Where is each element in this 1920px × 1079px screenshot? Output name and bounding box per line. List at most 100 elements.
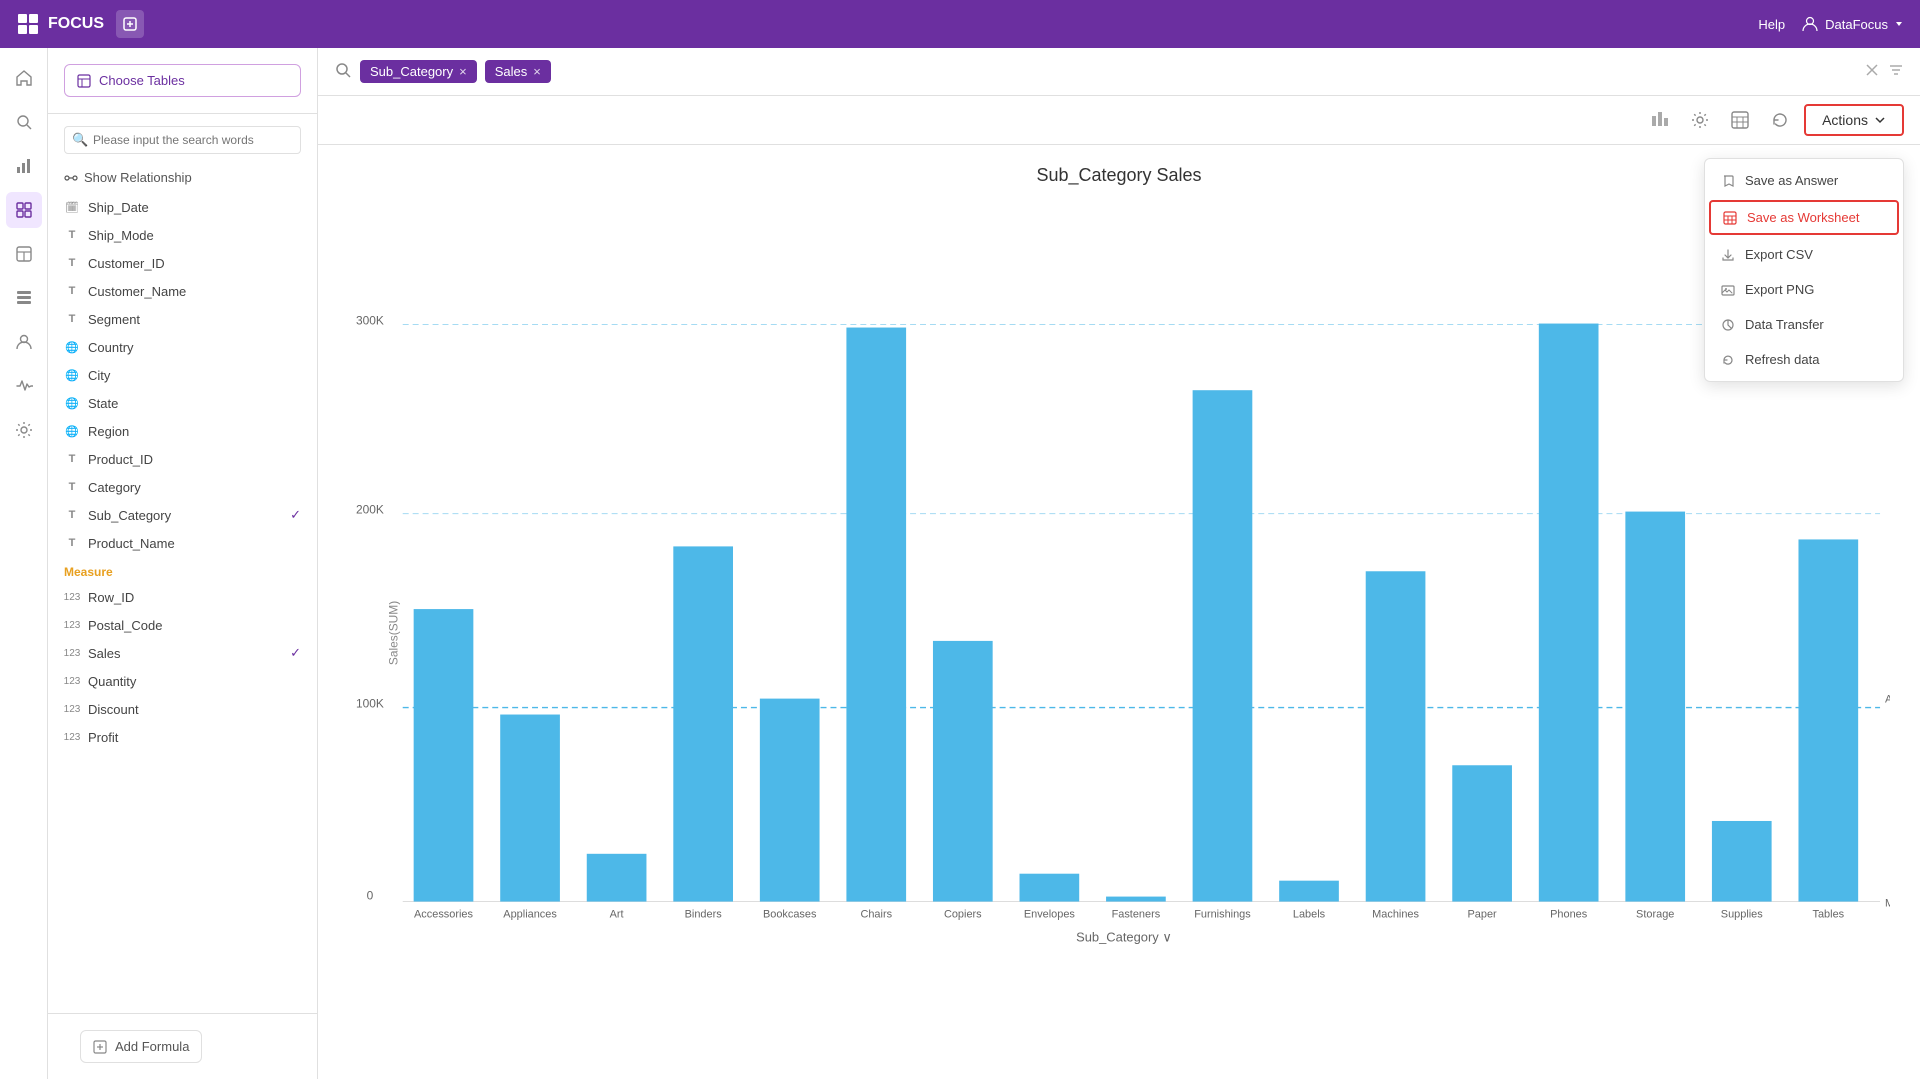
bar-machines[interactable]	[1366, 571, 1426, 901]
tag-sub-category[interactable]: Sub_Category ×	[360, 60, 477, 83]
sidebar-search-container: 🔍	[64, 126, 301, 154]
bar-bookcases[interactable]	[760, 699, 820, 902]
settings-icon[interactable]	[1684, 104, 1716, 136]
label-copiers: Copiers	[944, 908, 982, 920]
sidebar-item-customer-id[interactable]: T Customer_ID	[48, 249, 317, 277]
label-chairs: Chairs	[860, 908, 892, 920]
nav-home[interactable]	[6, 60, 42, 96]
tag-close-icon[interactable]: ×	[459, 64, 467, 79]
bar-art[interactable]	[587, 854, 647, 902]
sidebar-header: Choose Tables	[48, 48, 317, 114]
main-content: Sub_Category × Sales ×	[318, 48, 1920, 1079]
nav-search[interactable]	[6, 104, 42, 140]
sidebar-item-category[interactable]: T Category	[48, 473, 317, 501]
sidebar-item-region[interactable]: 🌐 Region	[48, 417, 317, 445]
show-relationship[interactable]: Show Relationship	[48, 162, 317, 193]
search-options-icon[interactable]	[1888, 62, 1904, 81]
nav-user[interactable]	[6, 324, 42, 360]
number-icon: 123	[64, 645, 80, 661]
topbar: FOCUS Help DataFocus	[0, 0, 1920, 48]
x-axis-label: Sub_Category ∨	[1076, 929, 1172, 944]
label-fasteners: Fasteners	[1112, 908, 1161, 920]
sidebar-item-discount[interactable]: 123 Discount	[48, 695, 317, 723]
nav-chart[interactable]	[6, 192, 42, 228]
bar-storage[interactable]	[1625, 512, 1685, 902]
sidebar-item-city[interactable]: 🌐 City	[48, 361, 317, 389]
label-machines: Machines	[1372, 908, 1419, 920]
add-formula-container: Add Formula	[48, 1013, 317, 1079]
sidebar-item-quantity[interactable]: 123 Quantity	[48, 667, 317, 695]
bar-chairs[interactable]	[846, 328, 906, 902]
chart-type-icon[interactable]	[1644, 104, 1676, 136]
data-transfer-item[interactable]: Data Transfer	[1705, 307, 1903, 342]
bar-accessories[interactable]	[414, 609, 474, 901]
tag-close-icon[interactable]: ×	[533, 64, 541, 79]
sidebar: Choose Tables 🔍 Show Relationship 🗓 Ship…	[48, 48, 318, 1079]
label-phones: Phones	[1550, 908, 1588, 920]
sidebar-item-profit[interactable]: 123 Profit	[48, 723, 317, 751]
choose-tables-button[interactable]: Choose Tables	[64, 64, 301, 97]
bar-paper[interactable]	[1452, 765, 1512, 901]
y-tick-100k: 100K	[356, 697, 384, 711]
number-icon: 123	[64, 589, 80, 605]
check-icon: ✓	[290, 507, 301, 523]
nav-list[interactable]	[6, 280, 42, 316]
bar-tables[interactable]	[1798, 539, 1858, 901]
number-icon: 123	[64, 729, 80, 745]
save-as-answer-item[interactable]: Save as Answer	[1705, 163, 1903, 198]
new-tab-button[interactable]	[116, 10, 144, 38]
sidebar-item-product-id[interactable]: T Product_ID	[48, 445, 317, 473]
sidebar-item-state[interactable]: 🌐 State	[48, 389, 317, 417]
export-png-item[interactable]: Export PNG	[1705, 272, 1903, 307]
bar-binders[interactable]	[673, 546, 733, 901]
text-icon: T	[64, 535, 80, 551]
label-paper: Paper	[1468, 908, 1498, 920]
bar-phones[interactable]	[1539, 324, 1599, 902]
user-menu[interactable]: DataFocus	[1801, 15, 1904, 33]
refresh-icon[interactable]	[1764, 104, 1796, 136]
nav-board[interactable]	[6, 236, 42, 272]
help-link[interactable]: Help	[1758, 17, 1785, 32]
refresh-data-item[interactable]: Refresh data	[1705, 342, 1903, 377]
sidebar-item-sub-category[interactable]: T Sub_Category ✓	[48, 501, 317, 529]
text-icon: T	[64, 479, 80, 495]
bar-furnishings[interactable]	[1193, 390, 1253, 901]
search-icon[interactable]	[334, 61, 352, 82]
measure-label: Measure	[48, 557, 317, 583]
sidebar-item-postal-code[interactable]: 123 Postal_Code	[48, 611, 317, 639]
sidebar-item-ship-date[interactable]: 🗓 Ship_Date	[48, 193, 317, 221]
bar-envelopes[interactable]	[1020, 874, 1080, 902]
number-icon: 123	[64, 617, 80, 633]
y-tick-0: 0	[367, 889, 374, 903]
app-body: Choose Tables 🔍 Show Relationship 🗓 Ship…	[0, 48, 1920, 1079]
sidebar-item-customer-name[interactable]: T Customer_Name	[48, 277, 317, 305]
bar-copiers[interactable]	[933, 641, 993, 902]
label-accessories: Accessories	[414, 908, 473, 920]
bar-supplies[interactable]	[1712, 821, 1772, 902]
nav-settings[interactable]	[6, 412, 42, 448]
tag-sales[interactable]: Sales ×	[485, 60, 551, 83]
bar-labels[interactable]	[1279, 881, 1339, 902]
bar-fasteners[interactable]	[1106, 897, 1166, 902]
actions-dropdown: Save as Answer Save as Worksheet Export …	[1704, 158, 1904, 382]
sidebar-item-country[interactable]: 🌐 Country	[48, 333, 317, 361]
sidebar-item-sales[interactable]: 123 Sales ✓	[48, 639, 317, 667]
text-icon: T	[64, 255, 80, 271]
bar-appliances[interactable]	[500, 715, 560, 902]
text-icon: T	[64, 507, 80, 523]
sidebar-item-row-id[interactable]: 123 Row_ID	[48, 583, 317, 611]
sidebar-item-ship-mode[interactable]: T Ship_Mode	[48, 221, 317, 249]
logo: FOCUS	[16, 12, 104, 36]
table-view-icon[interactable]	[1724, 104, 1756, 136]
nav-activity[interactable]	[6, 368, 42, 404]
nav-analytics[interactable]	[6, 148, 42, 184]
sidebar-search-input[interactable]	[64, 126, 301, 154]
actions-button[interactable]: Actions	[1804, 104, 1904, 136]
export-csv-item[interactable]: Export CSV	[1705, 237, 1903, 272]
save-as-worksheet-item[interactable]: Save as Worksheet	[1709, 200, 1899, 235]
text-icon: T	[64, 227, 80, 243]
clear-search-icon[interactable]	[1864, 62, 1880, 81]
add-formula-button[interactable]: Add Formula	[80, 1030, 202, 1063]
sidebar-item-product-name[interactable]: T Product_Name	[48, 529, 317, 557]
sidebar-item-segment[interactable]: T Segment	[48, 305, 317, 333]
